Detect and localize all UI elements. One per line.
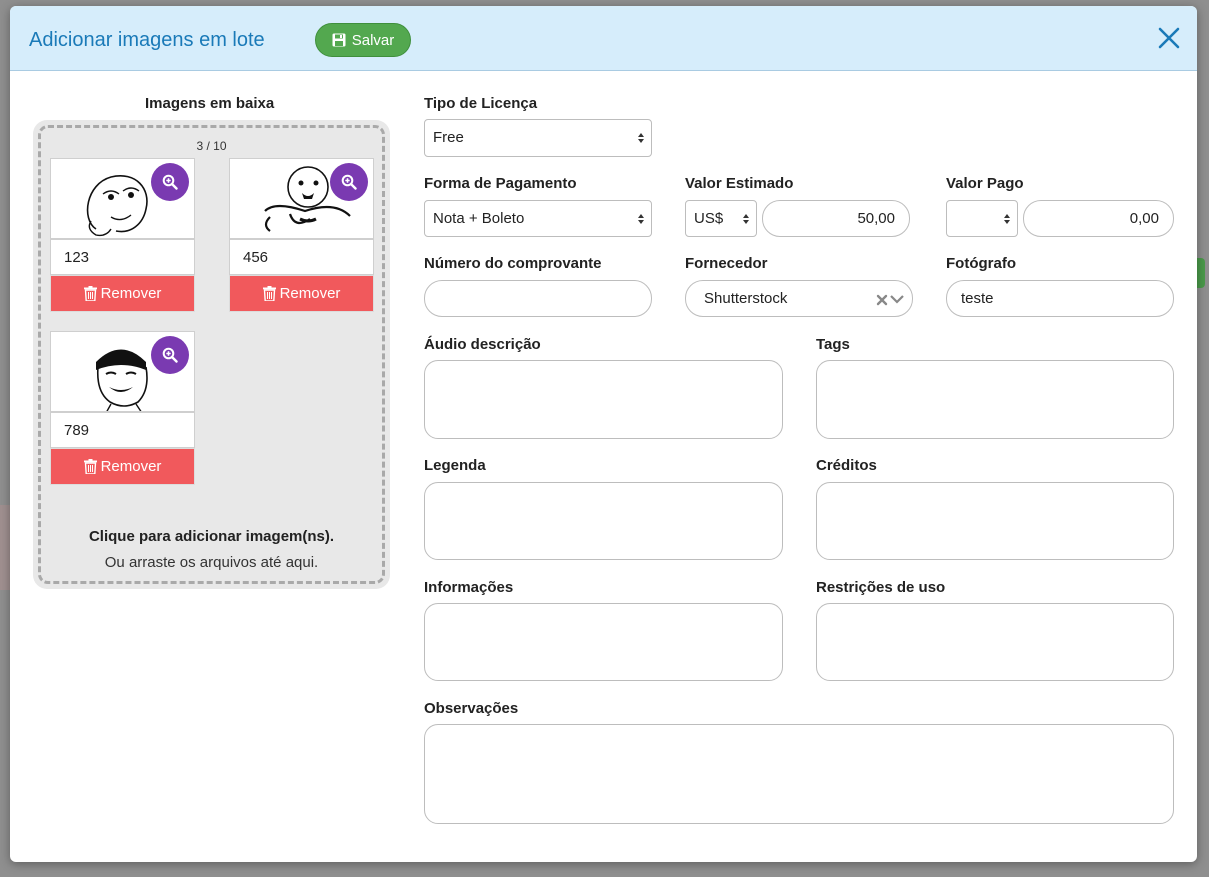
tags-label: Tags <box>816 336 850 353</box>
clear-icon[interactable] <box>876 294 888 306</box>
estimated-value-input[interactable]: 50,00 <box>762 200 910 237</box>
zoom-button[interactable] <box>330 163 368 201</box>
image-dropzone[interactable]: 3 / 10 123 Remover 456 Remover 789 Remov… <box>33 120 390 589</box>
credits-label: Créditos <box>816 457 877 474</box>
license-type-label: Tipo de Licença <box>424 95 538 112</box>
license-type-select[interactable]: Free <box>424 119 652 157</box>
credits-textarea[interactable] <box>816 482 1174 560</box>
remove-button[interactable]: Remover <box>50 275 195 312</box>
tags-textarea[interactable] <box>816 360 1174 439</box>
image-name-input[interactable]: 123 <box>50 239 195 275</box>
trash-icon <box>83 459 97 474</box>
receipt-number-label: Número do comprovante <box>424 255 602 272</box>
photographer-input[interactable]: teste <box>946 280 1174 317</box>
information-label: Informações <box>424 579 514 596</box>
save-label: Salvar <box>351 31 395 49</box>
paid-value-label: Valor Pago <box>946 175 1024 192</box>
information-textarea[interactable] <box>424 603 783 681</box>
select-arrows-icon <box>743 213 749 224</box>
payment-method-label: Forma de Pagamento <box>424 175 577 192</box>
zoom-button[interactable] <box>151 163 189 201</box>
image-thumbnail <box>229 158 374 239</box>
image-name-input[interactable]: 456 <box>229 239 374 275</box>
caption-label: Legenda <box>424 457 486 474</box>
estimated-currency-select[interactable]: US$ <box>685 200 757 237</box>
payment-method-select[interactable]: Nota + Boleto <box>424 200 652 237</box>
paid-value-text: 0,00 <box>1129 210 1159 227</box>
estimated-value-text: 50,00 <box>857 210 895 227</box>
save-button[interactable]: Salvar <box>315 23 411 57</box>
supplier-value: Shutterstock <box>704 290 788 307</box>
zoom-in-icon <box>341 174 357 190</box>
estimated-currency-value: US$ <box>694 210 724 227</box>
select-arrows-icon <box>638 213 644 224</box>
modal-header: Adicionar imagens em lote Salvar <box>10 6 1197 71</box>
dropzone-hint-primary: Clique para adicionar imagem(ns). <box>88 528 335 545</box>
background-row <box>0 505 10 590</box>
photographer-text: teste <box>961 290 994 307</box>
image-name-input[interactable]: 789 <box>50 412 195 448</box>
chevron-down-icon[interactable] <box>890 294 904 304</box>
image-thumbnail <box>50 331 195 412</box>
batch-upload-modal: Adicionar imagens em lote Salvar Imagens… <box>10 6 1197 862</box>
observations-label: Observações <box>424 700 519 717</box>
receipt-number-input[interactable] <box>424 280 652 317</box>
remove-label: Remover <box>100 285 162 302</box>
observations-textarea[interactable] <box>424 724 1174 824</box>
supplier-label: Fornecedor <box>685 255 768 272</box>
audio-description-textarea[interactable] <box>424 360 783 439</box>
usage-restrictions-textarea[interactable] <box>816 603 1174 681</box>
trash-icon <box>83 286 97 301</box>
modal-title: Adicionar imagens em lote <box>29 29 265 51</box>
paid-value-input[interactable]: 0,00 <box>1023 200 1174 237</box>
close-icon[interactable] <box>1157 26 1181 50</box>
select-arrows-icon <box>638 133 644 143</box>
audio-description-label: Áudio descrição <box>424 336 541 353</box>
estimated-value-label: Valor Estimado <box>685 175 794 192</box>
license-type-value: Free <box>433 129 464 146</box>
trash-icon <box>262 286 276 301</box>
usage-restrictions-label: Restrições de uso <box>816 579 946 596</box>
uploads-label: Imagens em baixa <box>145 95 275 112</box>
caption-textarea[interactable] <box>424 482 783 560</box>
upload-counter: 3 / 10 <box>196 139 227 153</box>
dropzone-hint-secondary: Ou arraste os arquivos até aqui. <box>104 554 319 571</box>
supplier-select[interactable]: Shutterstock <box>685 280 913 317</box>
zoom-in-icon <box>162 174 178 190</box>
select-arrows-icon <box>1004 213 1010 224</box>
zoom-button[interactable] <box>151 336 189 374</box>
remove-label: Remover <box>279 285 341 302</box>
image-thumbnail <box>50 158 195 239</box>
zoom-in-icon <box>162 347 178 363</box>
remove-button[interactable]: Remover <box>229 275 374 312</box>
remove-button[interactable]: Remover <box>50 448 195 485</box>
payment-method-value: Nota + Boleto <box>433 210 525 227</box>
background-badge <box>1197 258 1205 288</box>
photographer-label: Fotógrafo <box>946 255 1016 272</box>
remove-label: Remover <box>100 458 162 475</box>
paid-currency-select[interactable] <box>946 200 1018 237</box>
save-icon <box>332 33 346 47</box>
